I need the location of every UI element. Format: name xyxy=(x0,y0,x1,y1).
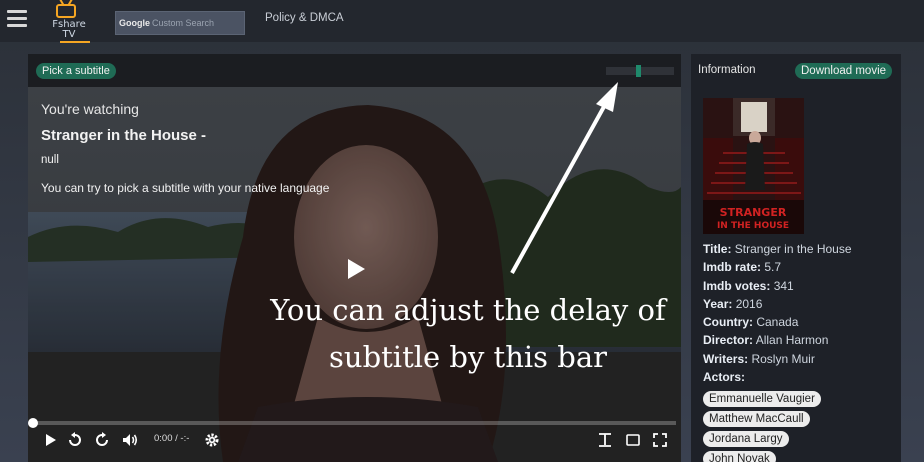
time-current: 0:00 xyxy=(154,433,173,444)
replay-icon[interactable] xyxy=(66,431,84,449)
hamburger-menu-icon[interactable] xyxy=(7,10,27,28)
info-row-country: Country: Canada xyxy=(703,313,898,331)
subtitle-hint: You can try to pick a subtitle with your… xyxy=(41,181,330,195)
info-value: 2016 xyxy=(735,296,763,311)
annotation-line-2: subtitle by this bar xyxy=(329,340,607,374)
movie-poster[interactable]: STRANGER IN THE HOUSE xyxy=(703,98,804,234)
annotation-text: You can adjust the delay of subtitle by … xyxy=(268,287,668,381)
subtitle-delay-slider-thumb[interactable] xyxy=(636,65,641,77)
info-row-director: Director: Allan Harmon xyxy=(703,331,898,349)
poster-title-line-1: STRANGER xyxy=(720,206,787,219)
actors-list: Emmanuelle Vaugier Matthew MacCaull Jord… xyxy=(703,387,898,462)
subtitle-delay-slider[interactable] xyxy=(606,65,674,77)
search-box[interactable]: Google xyxy=(115,11,245,35)
annotation-line-1: You can adjust the delay of xyxy=(270,293,666,327)
subtitle-value: null xyxy=(41,154,59,166)
fullscreen-icon[interactable] xyxy=(651,431,669,449)
info-label: Imdb rate: xyxy=(703,260,762,275)
watching-title: Stranger in the House - xyxy=(41,127,207,144)
info-row-year: Year: 2016 xyxy=(703,295,898,313)
search-input[interactable] xyxy=(152,18,242,28)
watching-heading: You're watching xyxy=(41,101,139,117)
video-player[interactable]: You're watching Stranger in the House - … xyxy=(28,87,681,462)
play-icon[interactable] xyxy=(41,431,59,449)
info-value: 5.7 xyxy=(764,260,782,275)
info-label: Imdb votes: xyxy=(703,278,771,293)
forward-icon[interactable] xyxy=(93,431,111,449)
movie-info-list: Title: Stranger in the House Imdb rate: … xyxy=(703,240,898,462)
info-label: Country: xyxy=(703,315,753,330)
info-value: Roslyn Muir xyxy=(751,351,815,366)
info-header: Information xyxy=(698,64,756,76)
poster-artwork: STRANGER IN THE HOUSE xyxy=(703,98,804,234)
tv-logo-icon xyxy=(56,4,76,18)
info-value: Allan Harmon xyxy=(755,333,829,348)
info-label: Year: xyxy=(703,296,733,311)
info-value: Stranger in the House xyxy=(734,242,852,256)
info-value: Canada xyxy=(756,315,799,330)
nav-link-policy-dmca[interactable]: Policy & DMCA xyxy=(265,12,344,24)
time-display: 0:00 / -:- xyxy=(154,433,189,444)
site-logo[interactable]: Fshare TV xyxy=(46,2,92,43)
info-panel: Information Download movie STRANGER IN T… xyxy=(691,54,901,462)
info-label: Director: xyxy=(703,333,754,348)
info-row-imdb-votes: Imdb votes: 341 xyxy=(703,277,898,295)
pick-subtitle-button[interactable]: Pick a subtitle xyxy=(36,63,116,79)
subtitles-text-icon[interactable] xyxy=(596,431,614,449)
info-label: Writers: xyxy=(703,351,749,366)
player-panel: Pick a subtitle You're watching Stranger… xyxy=(28,54,681,462)
time-total: -:- xyxy=(180,433,190,444)
actors-label: Actors: xyxy=(703,370,746,385)
now-watching-overlay: You're watching Stranger in the House - … xyxy=(41,101,371,195)
info-row-imdb-rate: Imdb rate: 5.7 xyxy=(703,258,898,276)
info-value: 341 xyxy=(773,278,794,293)
play-icon[interactable] xyxy=(345,257,367,281)
logo-text: Fshare TV xyxy=(52,19,86,40)
settings-gear-icon[interactable] xyxy=(203,431,221,449)
actor-chip[interactable]: Emmanuelle Vaugier xyxy=(703,391,821,408)
picture-in-picture-icon[interactable] xyxy=(624,431,642,449)
info-row-writers: Writers: Roslyn Muir xyxy=(703,350,898,368)
progress-bar[interactable] xyxy=(28,418,676,428)
download-movie-button[interactable]: Download movie xyxy=(795,63,893,79)
search-brand-label: Google xyxy=(119,18,150,28)
progress-knob[interactable] xyxy=(28,418,38,428)
actor-chip[interactable]: Jordana Largy xyxy=(703,431,789,448)
info-row-title: Title: Stranger in the House xyxy=(703,240,898,258)
actor-chip[interactable]: John Novak xyxy=(703,451,776,462)
logo-underline xyxy=(60,41,90,43)
volume-icon[interactable] xyxy=(121,431,139,449)
info-label: Title: xyxy=(703,242,732,256)
actor-chip[interactable]: Matthew MacCaull xyxy=(703,411,810,428)
time-separator: / xyxy=(175,433,178,444)
poster-title-line-2: IN THE HOUSE xyxy=(717,221,789,231)
top-header: Fshare TV Google Policy & DMCA xyxy=(0,0,924,43)
